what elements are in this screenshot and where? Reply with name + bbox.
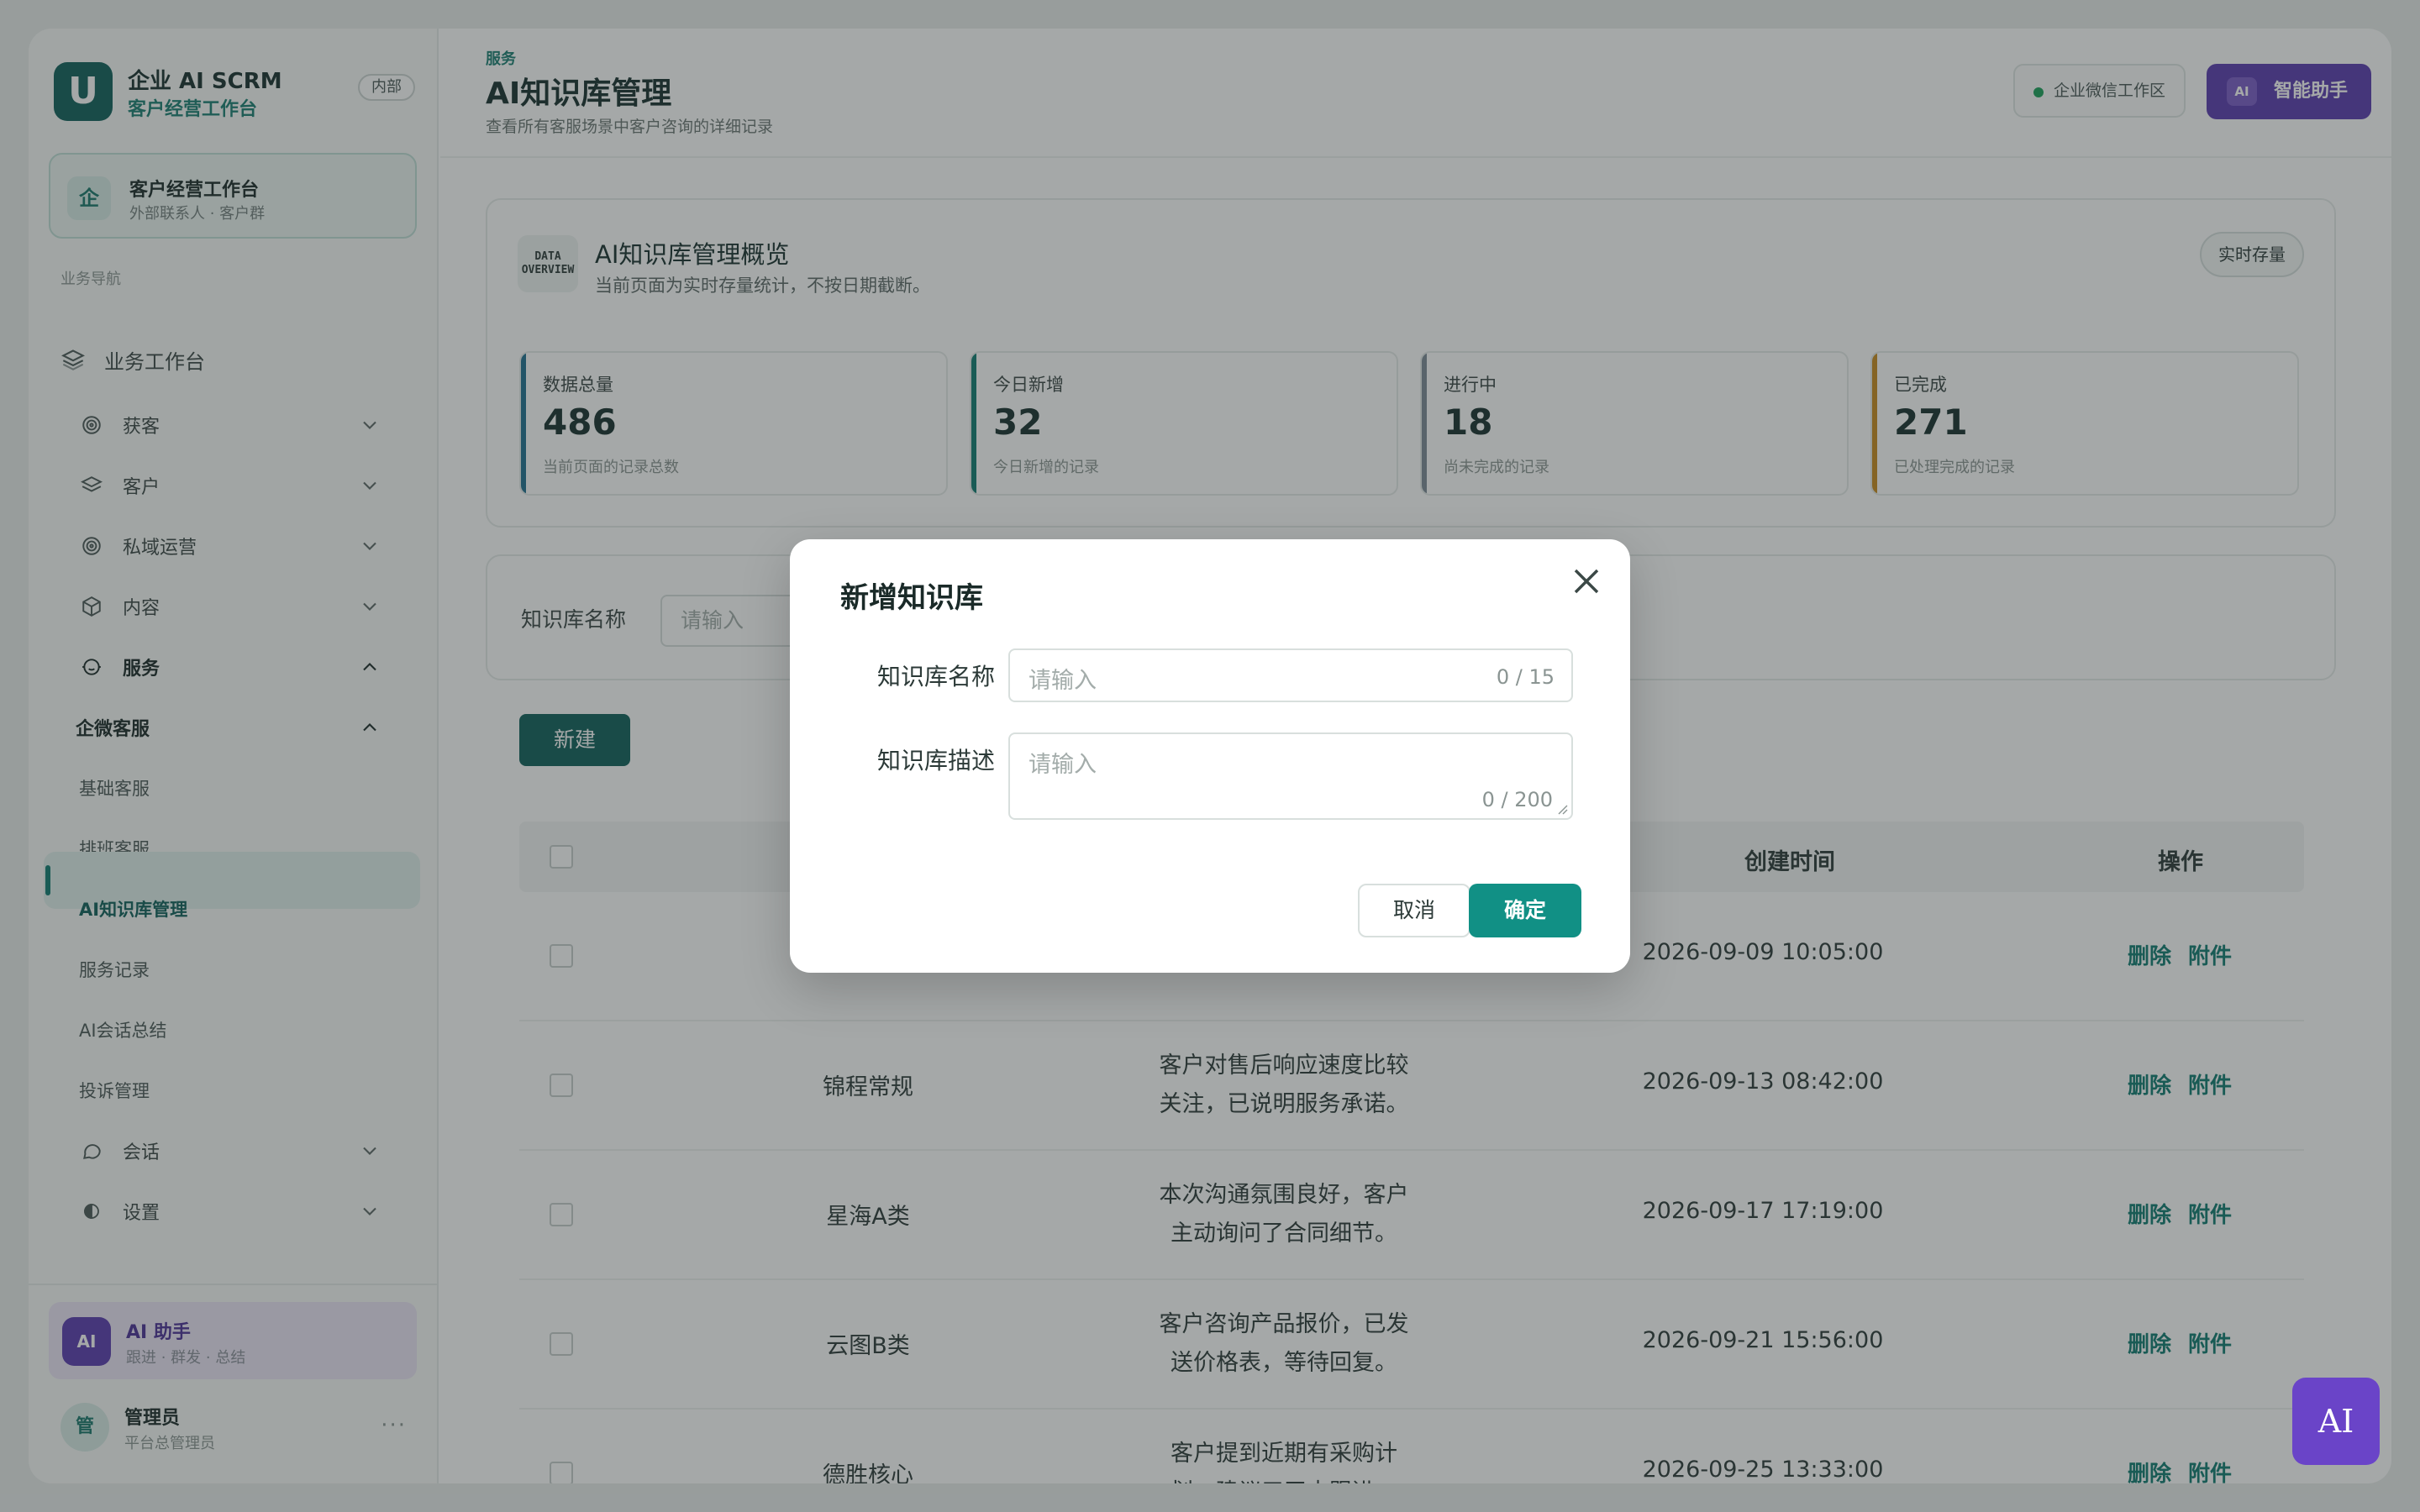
desc-char-count: 0 / 200	[1481, 788, 1553, 811]
knowledge-desc-textarea[interactable]: 请输入 0 / 200	[1008, 732, 1573, 820]
name-char-count: 0 / 15	[1496, 665, 1555, 689]
ai-floating-button[interactable]: AI	[2292, 1378, 2380, 1465]
new-knowledge-dialog: 新增知识库 知识库名称 请输入 0 / 15 知识库描述 请输入 0 / 200…	[790, 539, 1630, 973]
name-field-label: 知识库名称	[876, 663, 995, 690]
knowledge-name-input[interactable]: 请输入 0 / 15	[1008, 648, 1573, 702]
desc-placeholder: 请输入	[1028, 752, 1097, 778]
confirm-button[interactable]: 确定	[1469, 884, 1581, 937]
cancel-button[interactable]: 取消	[1358, 884, 1470, 937]
desc-field-label: 知识库描述	[876, 747, 995, 774]
resize-handle-icon[interactable]	[1556, 803, 1568, 815]
dialog-title: 新增知识库	[840, 581, 983, 615]
name-placeholder: 请输入	[1028, 668, 1097, 694]
close-icon[interactable]	[1565, 559, 1608, 603]
